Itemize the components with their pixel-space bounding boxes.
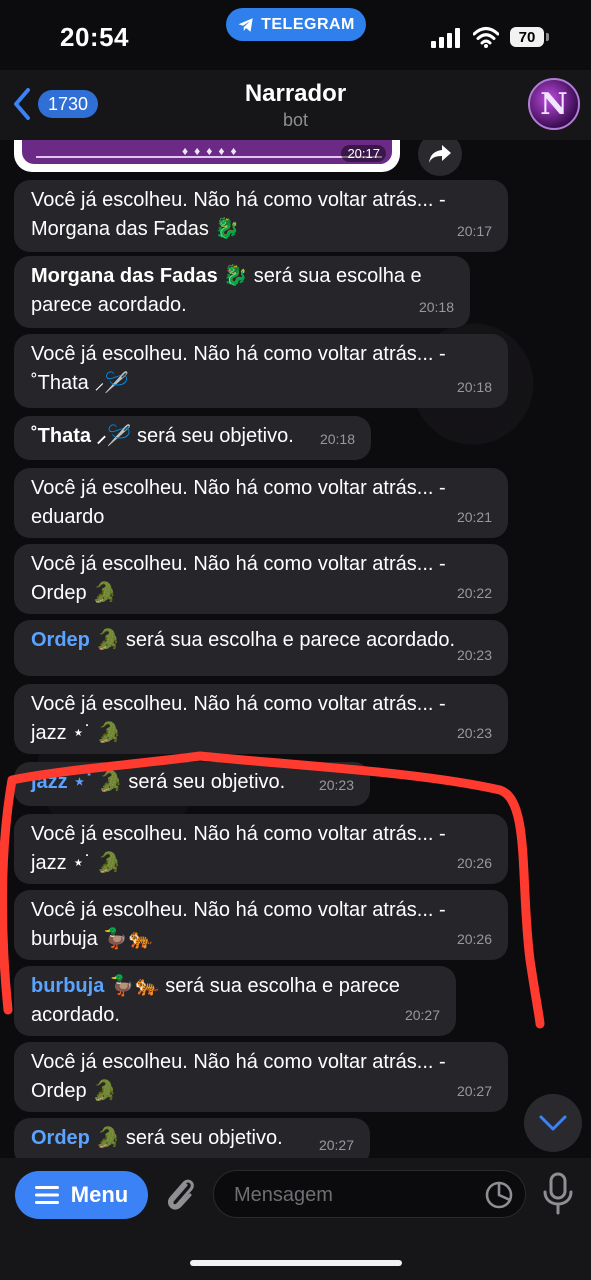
message-time: 20:23 bbox=[318, 777, 354, 793]
message-sender-link[interactable]: jazz ⋆˙ 🐊 bbox=[31, 771, 123, 793]
message-bubble[interactable]: jazz ⋆˙ 🐊 será seu objetivo. 20:23 bbox=[14, 762, 370, 806]
scroll-down-button[interactable] bbox=[524, 1094, 582, 1152]
paperclip-icon[interactable] bbox=[162, 1175, 198, 1215]
message-text: Você já escolheu. Não há como voltar atr… bbox=[31, 189, 446, 211]
message-time: 20:21 bbox=[456, 509, 492, 525]
message-text: Você já escolheu. Não há como voltar atr… bbox=[31, 477, 446, 499]
bot-menu-button[interactable]: Menu bbox=[15, 1171, 148, 1219]
avatar[interactable]: N bbox=[528, 78, 580, 130]
message-bold-text: Morgana das Fadas 🐉 bbox=[31, 265, 249, 287]
message-text: ˚Thata ⸝🪡 bbox=[31, 372, 130, 394]
message-input[interactable] bbox=[232, 1179, 476, 1211]
message-bubble[interactable]: Morgana das Fadas 🐉 será sua escolha e p… bbox=[14, 256, 470, 328]
message-bubble[interactable]: Você já escolheu. Não há como voltar atr… bbox=[14, 684, 508, 754]
message-text: será sua escolha e parece bbox=[159, 975, 400, 997]
battery-icon: 70 bbox=[510, 27, 544, 47]
message-time: 20:17 bbox=[456, 223, 492, 239]
message-text: jazz ⋆˙ 🐊 bbox=[31, 722, 122, 744]
chat-title[interactable]: Narrador bbox=[0, 80, 591, 108]
message-bubble[interactable]: Você já escolheu. Não há como voltar atr… bbox=[14, 890, 508, 960]
message-text: será seu objetivo. bbox=[131, 425, 294, 447]
image-timestamp: 20:17 bbox=[341, 145, 386, 162]
chat-header: 1730 Narrador bot N bbox=[0, 70, 591, 140]
status-time: 20:54 bbox=[60, 22, 129, 52]
message-input-container[interactable] bbox=[213, 1170, 526, 1218]
message-bubble[interactable]: Você já escolheu. Não há como voltar atr… bbox=[14, 180, 508, 252]
telegram-icon bbox=[238, 17, 253, 32]
message-time: 20:26 bbox=[456, 855, 492, 871]
message-text: eduardo bbox=[31, 506, 105, 528]
share-arrow-icon bbox=[429, 145, 451, 163]
message-bubble[interactable]: Ordep 🐊 será sua escolha e parece acorda… bbox=[14, 620, 508, 676]
microphone-icon[interactable] bbox=[540, 1172, 576, 1216]
message-time: 20:23 bbox=[456, 725, 492, 741]
status-bar: 20:54 TELEGRAM 70 bbox=[0, 0, 591, 70]
message-time: 20:18 bbox=[456, 379, 492, 395]
message-time: 20:23 bbox=[456, 647, 492, 663]
message-bubble[interactable]: Você já escolheu. Não há como voltar atr… bbox=[14, 334, 508, 408]
message-time: 20:18 bbox=[319, 431, 355, 447]
message-text: Você já escolheu. Não há como voltar atr… bbox=[31, 553, 446, 575]
message-text: Ordep 🐊 bbox=[31, 1080, 118, 1102]
message-bubble[interactable]: ˚Thata ⸝🪡 será seu objetivo. 20:18 bbox=[14, 416, 371, 460]
message-bubble[interactable]: Você já escolheu. Não há como voltar atr… bbox=[14, 814, 508, 884]
sticker-icon[interactable] bbox=[484, 1180, 514, 1210]
menu-icon bbox=[34, 1186, 59, 1204]
message-text: será seu objetivo. bbox=[120, 1127, 283, 1149]
message-time: 20:22 bbox=[456, 585, 492, 601]
message-time: 20:27 bbox=[404, 1007, 440, 1023]
message-text: Você já escolheu. Não há como voltar atr… bbox=[31, 823, 446, 845]
image-ornament: ♦♦♦♦♦ bbox=[182, 144, 243, 158]
chat-subtitle: bot bbox=[282, 110, 309, 130]
message-text: Ordep 🐊 bbox=[31, 582, 118, 604]
wifi-icon bbox=[473, 27, 499, 48]
message-text: Você já escolheu. Não há como voltar atr… bbox=[31, 693, 446, 715]
message-sender-link[interactable]: burbuja 🦆🐅 bbox=[31, 975, 160, 997]
message-text: Você já escolheu. Não há como voltar atr… bbox=[31, 1051, 446, 1073]
message-time: 20:27 bbox=[456, 1083, 492, 1099]
message-sender-link[interactable]: Ordep 🐊 bbox=[31, 629, 120, 651]
message-time: 20:26 bbox=[456, 931, 492, 947]
message-text: será sua escolha e parece acordado. bbox=[120, 629, 456, 651]
home-indicator bbox=[190, 1260, 402, 1266]
message-text: jazz ⋆˙ 🐊 bbox=[31, 852, 122, 874]
message-bubble[interactable]: Você já escolheu. Não há como voltar atr… bbox=[14, 468, 508, 538]
message-text: acordado. bbox=[31, 1004, 120, 1026]
telegram-pill[interactable]: TELEGRAM bbox=[226, 8, 366, 41]
message-time: 20:27 bbox=[318, 1137, 354, 1153]
message-text: burbuja 🦆🐅 bbox=[31, 928, 154, 950]
message-bubble[interactable]: Você já escolheu. Não há como voltar atr… bbox=[14, 544, 508, 614]
telegram-pill-label: TELEGRAM bbox=[261, 15, 355, 33]
message-bubble[interactable]: Você já escolheu. Não há como voltar atr… bbox=[14, 1042, 508, 1112]
message-text: Você já escolheu. Não há como voltar atr… bbox=[31, 899, 446, 921]
menu-button-label: Menu bbox=[70, 1182, 129, 1207]
message-text: será seu objetivo. bbox=[122, 771, 286, 793]
battery-tip bbox=[546, 33, 549, 41]
signal-icon bbox=[431, 28, 460, 48]
message-time: 20:18 bbox=[418, 299, 454, 315]
chevron-down-icon bbox=[539, 1115, 567, 1131]
message-text: Você já escolheu. Não há como voltar atr… bbox=[31, 343, 446, 365]
message-text: será sua escolha e bbox=[248, 265, 422, 287]
message-sender-link[interactable]: Ordep 🐊 bbox=[31, 1127, 120, 1149]
message-text: Morgana das Fadas 🐉 bbox=[31, 218, 240, 240]
message-bold-text: ˚Thata ⸝🪡 bbox=[31, 425, 132, 447]
message-text: parece acordado. bbox=[31, 294, 187, 316]
message-bubble[interactable]: burbuja 🦆🐅 será sua escolha e parece aco… bbox=[14, 966, 456, 1036]
